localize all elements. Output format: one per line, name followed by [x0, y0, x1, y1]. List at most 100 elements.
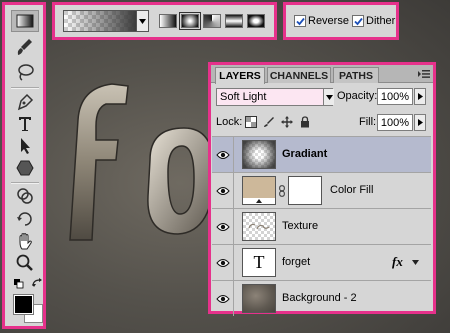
lasso-icon — [18, 64, 34, 81]
zoom-tool-button[interactable] — [11, 252, 39, 274]
radial-gradient-button[interactable] — [179, 12, 201, 30]
blend-mode-select[interactable]: Soft Light — [216, 88, 334, 106]
layer-row[interactable]: Color Fill — [212, 172, 431, 208]
blend-mode-dropdown[interactable] — [323, 89, 334, 105]
rotate-view-tool-button[interactable] — [11, 208, 39, 230]
layer-row[interactable]: T forget fx — [212, 244, 431, 280]
layer-thumbnail — [242, 212, 276, 241]
visibility-toggle[interactable] — [212, 245, 234, 280]
layer-name: forget — [282, 256, 311, 268]
rotate-icon — [17, 212, 32, 226]
eye-icon — [215, 150, 230, 159]
eye-icon — [215, 258, 230, 267]
layer-row[interactable]: Gradiant — [212, 136, 431, 172]
lock-all-icon[interactable] — [299, 116, 311, 128]
reflected-gradient-button[interactable] — [225, 14, 243, 28]
texture-preview-icon — [248, 223, 270, 230]
type-tool-button[interactable] — [11, 113, 39, 135]
tab-layers[interactable]: LAYERS — [215, 67, 265, 84]
reverse-checkbox[interactable]: Reverse — [294, 15, 349, 27]
layer-thumbnail — [242, 140, 276, 169]
visibility-toggle[interactable] — [212, 173, 234, 208]
tab-channels[interactable]: CHANNELS — [267, 67, 331, 83]
visibility-toggle[interactable] — [212, 209, 234, 244]
layer-row[interactable]: Texture — [212, 208, 431, 244]
fill-label: Fill: — [359, 116, 377, 128]
toolbox — [2, 2, 46, 329]
dither-checkbox[interactable]: Dither — [352, 15, 395, 27]
hand-icon — [19, 233, 32, 250]
layer-mask-thumbnail[interactable] — [288, 176, 322, 205]
angle-gradient-button[interactable] — [203, 14, 221, 28]
fill-color-thumbnail[interactable] — [242, 176, 276, 205]
arrow-cursor-icon — [21, 138, 30, 154]
foreground-color-swatch[interactable] — [13, 294, 34, 315]
shape-tool-button[interactable] — [11, 157, 39, 179]
fill-slider-button[interactable] — [414, 114, 426, 131]
chevron-right-icon — [417, 119, 423, 126]
layer-list: Gradiant Color Fill Texture T forget fx … — [212, 136, 431, 316]
checkmark-icon — [295, 17, 305, 25]
gradient-tool-button[interactable] — [11, 10, 39, 32]
blend-mode-value: Soft Light — [220, 91, 267, 103]
brush-tool-button[interactable] — [11, 36, 39, 58]
lock-position-icon[interactable] — [281, 116, 293, 128]
swap-colors-icon[interactable] — [31, 277, 43, 289]
gradient-options-bar — [52, 2, 277, 40]
chevron-down-icon[interactable] — [412, 260, 419, 265]
pen-tool-button[interactable] — [11, 91, 39, 113]
layer-effects-icon[interactable]: fx — [392, 254, 403, 270]
chevron-down-icon — [139, 18, 146, 24]
smudge-icon — [17, 188, 33, 204]
default-colors-icon[interactable] — [14, 279, 24, 289]
checkbox-box[interactable] — [294, 15, 306, 27]
gradient-picker-dropdown[interactable] — [137, 10, 149, 32]
visibility-toggle[interactable] — [212, 137, 234, 172]
checkbox-box[interactable] — [352, 15, 364, 27]
magnifier-icon — [16, 254, 33, 271]
opacity-input[interactable]: 100% — [377, 88, 413, 105]
gradient-tool-icon — [16, 14, 34, 28]
type-layer-thumbnail: T — [242, 248, 276, 277]
layer-row[interactable]: Background - 2 — [212, 280, 431, 316]
adjustment-fill-icon — [243, 198, 275, 204]
gradient-checkbox-bar: Reverse Dither — [283, 2, 399, 40]
pen-icon — [17, 93, 34, 111]
gradient-preview[interactable] — [63, 10, 137, 32]
panel-tabs: LAYERS CHANNELS PATHS — [211, 65, 433, 84]
visibility-toggle[interactable] — [212, 281, 234, 316]
brush-icon — [17, 39, 32, 55]
layers-panel: LAYERS CHANNELS PATHS Soft Light Opacity… — [208, 62, 436, 316]
lock-image-pixels-icon[interactable] — [263, 116, 275, 128]
layer-name: Color Fill — [330, 184, 374, 196]
path-selection-tool-button[interactable] — [11, 135, 39, 157]
dither-label: Dither — [366, 15, 396, 27]
diamond-gradient-button[interactable] — [247, 14, 265, 28]
hexagon-icon — [16, 160, 34, 176]
layer-name: Texture — [282, 220, 319, 232]
chevron-down-icon — [325, 94, 333, 100]
lock-label: Lock: — [216, 116, 243, 128]
reverse-label: Reverse — [308, 15, 349, 27]
layer-name: Background - 2 — [282, 292, 357, 304]
hand-tool-button[interactable] — [11, 230, 39, 252]
opacity-slider-button[interactable] — [414, 88, 426, 105]
lasso-tool-button[interactable] — [11, 61, 39, 83]
smudge-tool-button[interactable] — [11, 185, 39, 207]
lock-transparent-pixels-icon[interactable] — [245, 116, 257, 128]
eye-icon — [215, 222, 230, 231]
linear-gradient-button[interactable] — [159, 14, 177, 28]
panel-menu-icon[interactable] — [418, 69, 430, 79]
tab-paths[interactable]: PATHS — [333, 67, 379, 83]
lock-options — [245, 116, 311, 128]
opacity-label: Opacity: — [337, 90, 378, 102]
type-icon — [19, 117, 31, 131]
layer-name: Gradiant — [282, 148, 328, 160]
layer-thumbnail — [242, 284, 276, 313]
fill-input[interactable]: 100% — [377, 114, 413, 131]
checkmark-icon — [353, 17, 363, 25]
eye-icon — [215, 294, 230, 303]
eye-icon — [215, 186, 230, 195]
chevron-right-icon — [417, 93, 423, 100]
link-chain-icon[interactable] — [279, 185, 285, 197]
